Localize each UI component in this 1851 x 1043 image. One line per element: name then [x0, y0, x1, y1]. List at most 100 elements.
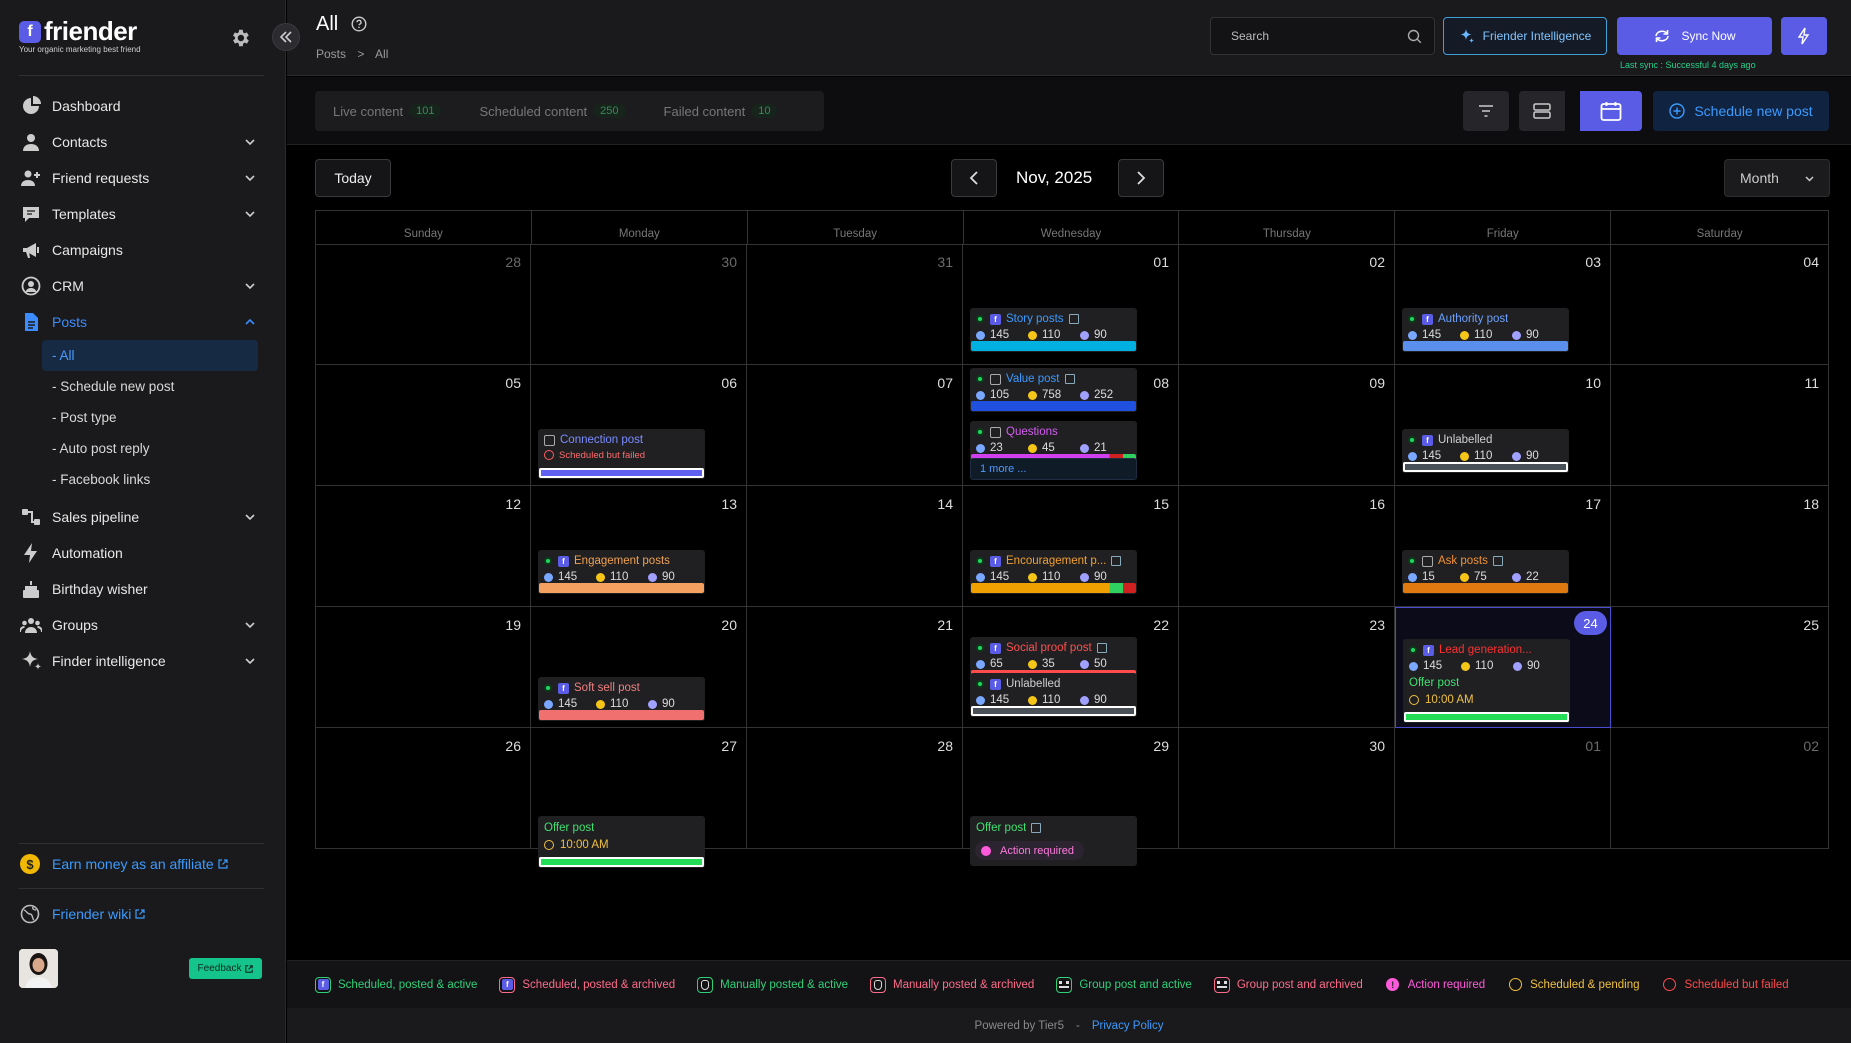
tab-scheduled-content[interactable]: Scheduled content 250 — [479, 104, 626, 119]
calendar-day-cell[interactable]: 24 f Lead generation... 145 110 90 Offer post… — [1395, 607, 1611, 728]
analytics-icon[interactable] — [1068, 314, 1079, 324]
sidebar-item-automation[interactable]: Automation — [0, 535, 286, 571]
calendar-day-cell[interactable]: 09 — [1179, 365, 1395, 486]
calendar-view-button[interactable] — [1580, 91, 1642, 131]
filter-button[interactable] — [1463, 91, 1509, 131]
schedule-new-post-button[interactable]: Schedule new post — [1653, 91, 1829, 131]
tab-live-content[interactable]: Live content 101 — [333, 104, 442, 119]
post-card[interactable]: Offer post Action required — [970, 816, 1137, 866]
calendar-day-cell[interactable]: 08 Value post 105 758 252 Questions 23 45 21 1 … — [963, 365, 1179, 486]
chevron-down-icon[interactable] — [244, 655, 256, 667]
chevron-down-icon[interactable] — [244, 511, 256, 523]
calendar-day-cell[interactable]: 21 — [747, 607, 963, 728]
sidebar-item-templates[interactable]: Templates — [0, 196, 286, 232]
calendar-day-cell[interactable]: 14 — [747, 486, 963, 607]
calendar-day-cell[interactable]: 31 — [747, 244, 963, 365]
chevron-down-icon[interactable] — [244, 619, 256, 631]
calendar-day-cell[interactable]: 12 — [315, 486, 531, 607]
post-card[interactable]: f Soft sell post 145 110 90 — [538, 677, 705, 721]
calendar-day-cell[interactable]: 23 — [1179, 607, 1395, 728]
next-month-button[interactable] — [1118, 159, 1164, 197]
sidebar-item-contacts[interactable]: Contacts — [0, 124, 286, 160]
calendar-day-cell[interactable]: 18 — [1611, 486, 1829, 607]
post-card[interactable]: Ask posts 15 75 22 — [1402, 550, 1569, 594]
analytics-icon[interactable] — [1096, 643, 1107, 653]
wiki-link[interactable]: Friender wiki — [20, 904, 145, 924]
calendar-day-cell[interactable]: 02 — [1179, 244, 1395, 365]
sidebar-item-finder-intelligence[interactable]: Finder intelligence — [0, 643, 286, 679]
calendar-day-cell[interactable]: 01 f Story posts 145 110 90 — [963, 244, 1179, 365]
sidebar-item-friend-requests[interactable]: Friend requests — [0, 160, 286, 196]
tab-failed-content[interactable]: Failed content 10 — [664, 104, 778, 119]
calendar-day-cell[interactable]: 16 — [1179, 486, 1395, 607]
calendar-day-cell[interactable]: 25 — [1611, 607, 1829, 728]
sidebar-item-posts[interactable]: Posts — [0, 304, 286, 340]
analytics-icon[interactable] — [1111, 556, 1122, 566]
post-card[interactable]: Offer post 10:00 AM — [1403, 671, 1570, 723]
help-circle-icon[interactable] — [351, 16, 367, 32]
analytics-icon[interactable] — [1064, 374, 1075, 384]
calendar-day-cell[interactable]: 05 — [315, 365, 531, 486]
post-card[interactable]: Offer post 10:00 AM — [538, 816, 705, 868]
analytics-icon[interactable] — [1492, 556, 1503, 566]
prev-month-button[interactable] — [951, 159, 997, 197]
calendar-day-cell[interactable]: 28 — [315, 244, 531, 365]
collapse-sidebar-button[interactable] — [272, 23, 300, 51]
affiliate-link[interactable]: $ Earn money as an affiliate — [20, 854, 228, 874]
calendar-day-cell[interactable]: 20 f Soft sell post 145 110 90 — [531, 607, 747, 728]
sidebar-item-dashboard[interactable]: Dashboard — [0, 88, 286, 124]
sidebar-subitem[interactable]: - Schedule new post — [0, 371, 286, 402]
chevron-down-icon[interactable] — [244, 280, 256, 292]
list-view-button[interactable] — [1519, 91, 1565, 131]
sidebar-subitem[interactable]: - All — [42, 340, 258, 371]
calendar-day-cell[interactable]: 11 — [1611, 365, 1829, 486]
logo[interactable]: f friender — [19, 16, 137, 47]
calendar-day-cell[interactable]: 28 — [747, 728, 963, 849]
gear-icon[interactable] — [229, 27, 251, 49]
today-button[interactable]: Today — [315, 159, 391, 197]
chevron-down-icon[interactable] — [244, 172, 256, 184]
more-events-link[interactable]: 1 more ... — [970, 458, 1137, 480]
calendar-day-cell[interactable]: 04 — [1611, 244, 1829, 365]
calendar-day-cell[interactable]: 01 — [1395, 728, 1611, 849]
analytics-icon[interactable] — [1031, 823, 1042, 833]
calendar-day-cell[interactable]: 19 — [315, 607, 531, 728]
sidebar-item-crm[interactable]: CRM — [0, 268, 286, 304]
feedback-button[interactable]: Feedback — [189, 958, 262, 979]
calendar-day-cell[interactable]: 06 Connection post Scheduled but failed — [531, 365, 747, 486]
chevron-down-icon[interactable] — [244, 208, 256, 220]
breadcrumb-posts[interactable]: Posts — [316, 47, 346, 61]
quick-action-button[interactable] — [1781, 17, 1827, 55]
sidebar-item-birthday-wisher[interactable]: Birthday wisher — [0, 571, 286, 607]
calendar-day-cell[interactable]: 10 f Unlabelled 145 110 90 — [1395, 365, 1611, 486]
search-input[interactable]: Search — [1210, 17, 1435, 55]
avatar[interactable] — [19, 949, 58, 988]
calendar-day-cell[interactable]: 13 f Engagement posts 145 110 90 — [531, 486, 747, 607]
post-card[interactable]: f Encouragement p... 145 110 90 — [970, 550, 1137, 594]
post-card[interactable]: f Story posts 145 110 90 — [970, 308, 1137, 352]
post-card[interactable]: f Engagement posts 145 110 90 — [538, 550, 705, 594]
calendar-day-cell[interactable]: 03 f Authority post 145 110 90 — [1395, 244, 1611, 365]
sidebar-subitem[interactable]: - Post type — [0, 402, 286, 433]
sync-now-button[interactable]: Sync Now — [1617, 17, 1772, 55]
chevron-down-icon[interactable] — [244, 136, 256, 148]
post-card[interactable]: Connection post Scheduled but failed — [538, 429, 705, 479]
calendar-day-cell[interactable]: 22 f Social proof post 65 35 50 f Unlabelled 1… — [963, 607, 1179, 728]
calendar-day-cell[interactable]: 02 — [1611, 728, 1829, 849]
calendar-day-cell[interactable]: 27 Offer post 10:00 AM — [531, 728, 747, 868]
post-card[interactable]: f Authority post 145 110 90 — [1402, 308, 1569, 352]
sidebar-subitem[interactable]: - Auto post reply — [0, 433, 286, 464]
post-card[interactable]: f Unlabelled 145 110 90 — [970, 673, 1137, 717]
sidebar-subitem[interactable]: - Facebook links — [0, 464, 286, 495]
calendar-day-cell[interactable]: 30 — [1179, 728, 1395, 849]
calendar-day-cell[interactable]: 17 Ask posts 15 75 22 — [1395, 486, 1611, 607]
chevron-up-icon[interactable] — [244, 316, 256, 328]
action-required-badge[interactable]: Action required — [975, 841, 1084, 860]
calendar-day-cell[interactable]: 26 — [315, 728, 531, 849]
post-card[interactable]: f Unlabelled 145 110 90 — [1402, 429, 1569, 473]
friender-intelligence-button[interactable]: Friender Intelligence — [1443, 17, 1607, 55]
sidebar-item-groups[interactable]: Groups — [0, 607, 286, 643]
sidebar-item-sales-pipeline[interactable]: Sales pipeline — [0, 499, 286, 535]
calendar-day-cell[interactable]: 07 — [747, 365, 963, 486]
calendar-day-cell[interactable]: 15 f Encouragement p... 145 110 90 — [963, 486, 1179, 607]
